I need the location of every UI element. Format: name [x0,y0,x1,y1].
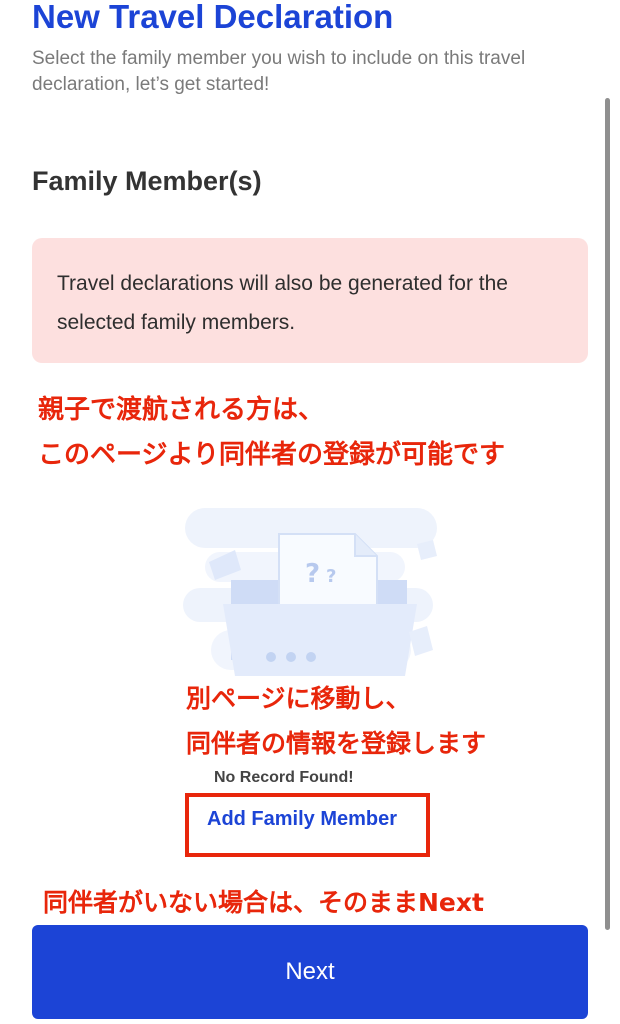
travel-declaration-page: New Travel Declaration Select the family… [0,0,620,1024]
page-title: New Travel Declaration [32,0,394,35]
scrollbar[interactable] [605,98,610,930]
next-button[interactable]: Next [32,925,588,1019]
empty-folder-icon: ? ? [183,500,443,685]
section-title: Family Member(s) [32,166,262,196]
svg-text:?: ? [326,566,336,587]
no-record-message: No Record Found! [214,769,354,786]
annotation-text: 同伴者の情報を登録します [186,729,487,758]
svg-text:?: ? [305,559,320,589]
add-family-member-link[interactable]: Add Family Member [207,808,397,831]
notice-text: Travel declarations will also be generat… [57,272,508,334]
info-notice: Travel declarations will also be generat… [32,238,588,363]
annotation-text: 別ページに移動し、 [186,684,411,713]
annotation-text: このページより同伴者の登録が可能です [38,440,505,470]
annotation-text: 同伴者がいない場合は、そのままNext [43,888,484,917]
annotation-text: 親子で渡航される方は、 [38,395,325,425]
page-subtitle: Select the family member you wish to inc… [32,48,526,95]
